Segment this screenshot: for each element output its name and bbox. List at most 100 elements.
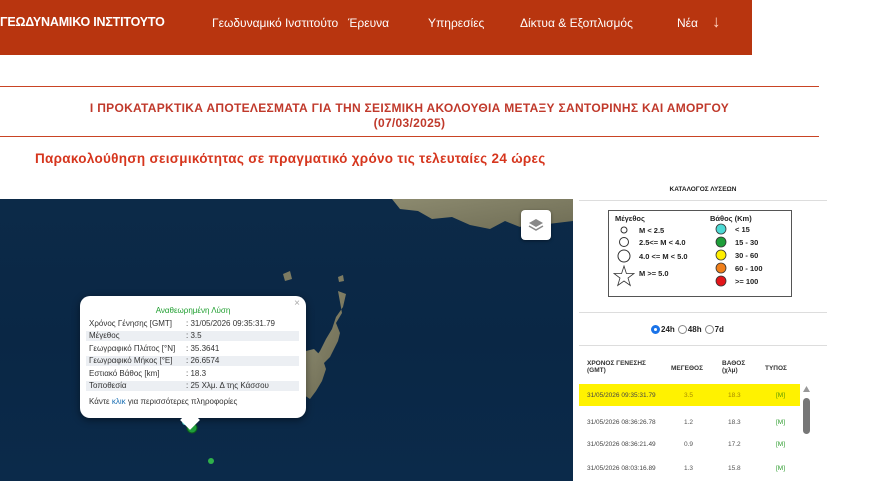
legend-box: Μέγεθος Βάθος (Km) M < 2.5 2.5<= M < 4.0… bbox=[608, 210, 792, 297]
row-time: 31/05/2026 08:03:16.89 bbox=[587, 465, 656, 472]
page-title-line1: Ι ΠΡΟΚΑΤΑΡΚΤΙΚΑ ΑΠΟΤΕΛΕΣΜΑΤΑ ΓΙΑ ΤΗΝ ΣΕΙ… bbox=[89, 101, 730, 115]
row-magnitude: 1.3 bbox=[684, 465, 694, 472]
table-header-depth[interactable]: ΒΑΘΟΣ (χλμ) bbox=[722, 360, 750, 374]
popup-value: : 35.3641 bbox=[186, 344, 220, 353]
table-header-time[interactable]: ΧΡΟΝΟΣ ΓΕΝΕΣΗΣ (GMT) bbox=[587, 360, 659, 374]
popup-value: : 18.3 bbox=[186, 369, 207, 378]
popup-value: : 25 Χλμ. Δ της Κάσσου bbox=[186, 381, 269, 390]
legend-depth-item: 30 - 60 bbox=[735, 251, 759, 260]
mag-star-icon bbox=[613, 264, 635, 287]
row-depth: 18.3 bbox=[728, 392, 741, 399]
popup-footer: Κάντε κλικ για περισσότερες πληροφορίες bbox=[89, 397, 237, 406]
row-type: [M] bbox=[776, 441, 786, 448]
table-scrollbar[interactable] bbox=[803, 380, 810, 481]
popup-value: : 3.5 bbox=[186, 331, 202, 340]
legend-title: ΚΑΤΑΛΟΓΟΣ ΛΥΣΕΩΝ bbox=[669, 186, 737, 193]
top-nav-bar: ΓΕΩΔΥΝΑΜΙΚΟ ΙΝΣΤΙΤΟΥΤΟ Γεωδυναμικό Ινστι… bbox=[0, 0, 752, 55]
popup-key: Μέγεθος bbox=[89, 331, 120, 340]
popup-key: Γεωγραφικό Πλάτος [°N] bbox=[89, 344, 176, 353]
islet-north bbox=[283, 271, 292, 281]
popup-row-origin-time: Χρόνος Γένησης [GMT] : 31/05/2026 09:35:… bbox=[86, 319, 299, 329]
mag-medium-icon bbox=[619, 237, 629, 247]
table-header-magnitude[interactable]: ΜΕΓΕΘΟΣ bbox=[671, 365, 703, 372]
row-magnitude: 3.5 bbox=[684, 392, 694, 399]
legend-depth-header: Βάθος (Km) bbox=[710, 214, 752, 223]
scrollbar-thumb[interactable] bbox=[803, 398, 810, 434]
popup-key: Εστιακό Βάθος [km] bbox=[89, 369, 160, 378]
events-side-panel: ΚΑΤΑΛΟΓΟΣ ΛΥΣΕΩΝ Μέγεθος Βάθος (Km) M < … bbox=[579, 177, 827, 481]
scroll-up-icon[interactable] bbox=[803, 386, 810, 392]
popup-key: Χρόνος Γένησης [GMT] bbox=[89, 319, 172, 328]
nav-item-networks[interactable]: Δίκτυα & Εξοπλισμός bbox=[520, 16, 633, 30]
row-time: 31/05/2026 08:36:21.49 bbox=[587, 441, 656, 448]
popup-footer-text: για περισσότερες πληροφορίες bbox=[125, 397, 238, 406]
legend-magnitude-header: Μέγεθος bbox=[615, 214, 645, 223]
table-row[interactable]: 31/05/2026 08:36:21.49 0.9 17.2 [M] bbox=[579, 433, 800, 455]
nav-item-news[interactable]: Νέα bbox=[677, 16, 698, 30]
table-row[interactable]: 31/05/2026 08:03:16.89 1.3 15.8 [M] bbox=[579, 457, 800, 479]
popup-row-location: Τοποθεσία : 25 Χλμ. Δ της Κάσσου bbox=[86, 381, 299, 391]
legend-mag-item: 4.0 <= M < 5.0 bbox=[639, 252, 688, 261]
earthquake-popup: × Αναθεωρημένη Λύση Χρόνος Γένησης [GMT]… bbox=[80, 296, 306, 418]
depth-color-icon bbox=[715, 249, 727, 261]
legend-depth-item: 15 - 30 bbox=[735, 238, 759, 247]
row-time: 31/05/2026 09:35:31.79 bbox=[587, 392, 656, 399]
down-arrow-icon[interactable]: ↓ bbox=[712, 12, 721, 32]
page-title-line2: (07/03/2025) bbox=[373, 116, 446, 130]
depth-color-icon bbox=[715, 262, 727, 274]
row-type: [M] bbox=[776, 419, 786, 426]
row-time: 31/05/2026 08:36:26.78 bbox=[587, 419, 656, 426]
legend-mag-item: 2.5<= M < 4.0 bbox=[639, 238, 686, 247]
islet-northeast bbox=[338, 275, 344, 282]
legend-depth-item: >= 100 bbox=[735, 277, 759, 286]
row-type: [M] bbox=[776, 392, 786, 399]
table-row[interactable]: 31/05/2026 08:36:26.78 1.2 18.3 [M] bbox=[579, 411, 800, 433]
earthquake-marker bbox=[208, 458, 214, 464]
legend-depth-item: 60 - 100 bbox=[735, 264, 763, 273]
popup-row-magnitude: Μέγεθος : 3.5 bbox=[86, 331, 299, 341]
filter-divider bbox=[579, 345, 827, 346]
popup-details-link[interactable]: κλικ bbox=[112, 397, 126, 406]
legend-magnitude-symbols bbox=[613, 226, 635, 287]
popup-value: : 31/05/2026 09:35:31.79 bbox=[186, 319, 275, 328]
depth-color-icon bbox=[715, 223, 727, 235]
legend-divider bbox=[579, 200, 827, 201]
page-title: Ι ΠΡΟΚΑΤΑΡΚΤΙΚΑ ΑΠΟΤΕΛΕΣΜΑΤΑ ΓΙΑ ΤΗΝ ΣΕΙ… bbox=[0, 101, 819, 131]
layers-control-button[interactable] bbox=[521, 210, 551, 240]
table-header-type[interactable]: ΤΥΠΟΣ bbox=[765, 365, 787, 372]
popup-row-latitude: Γεωγραφικό Πλάτος [°N] : 35.3641 bbox=[86, 344, 299, 354]
radio-48h[interactable] bbox=[677, 325, 687, 334]
radio-7d-label: 7d bbox=[714, 325, 724, 334]
legend-mag-item: M < 2.5 bbox=[639, 226, 665, 235]
legend-mag-item: M >= 5.0 bbox=[639, 269, 669, 278]
row-magnitude: 1.2 bbox=[684, 419, 694, 426]
radio-48h-label: 48h bbox=[687, 325, 702, 334]
depth-color-icon bbox=[715, 236, 727, 248]
table-row[interactable]: 31/05/2026 09:35:31.79 3.5 18.3 [M] bbox=[579, 384, 800, 406]
title-rule-bottom bbox=[0, 136, 819, 137]
page-subtitle: Παρακολούθηση σεισμικότητας σε πραγματικ… bbox=[35, 151, 546, 166]
row-type: [M] bbox=[776, 465, 786, 472]
layers-icon bbox=[528, 219, 544, 231]
nav-item-services[interactable]: Υπηρεσίες bbox=[428, 16, 484, 30]
radio-24h-label: 24h bbox=[661, 325, 675, 334]
legend-depth-swatches bbox=[715, 223, 727, 287]
row-depth: 17.2 bbox=[728, 441, 741, 448]
legend-bottom-divider bbox=[579, 312, 827, 313]
radio-7d[interactable] bbox=[704, 325, 714, 334]
depth-color-icon bbox=[715, 275, 727, 287]
popup-key: Τοποθεσία bbox=[89, 381, 127, 390]
popup-value: : 26.6574 bbox=[186, 356, 220, 365]
radio-24h[interactable] bbox=[651, 325, 660, 334]
popup-title: Αναθεωρημένη Λύση bbox=[155, 306, 231, 315]
nav-item-research[interactable]: Έρευνα bbox=[348, 16, 389, 30]
mag-small-icon bbox=[620, 226, 628, 234]
popup-row-depth: Εστιακό Βάθος [km] : 18.3 bbox=[86, 369, 299, 379]
title-rule-top bbox=[0, 86, 819, 87]
site-brand[interactable]: ΓΕΩΔΥΝΑΜΙΚΟ ΙΝΣΤΙΤΟΥΤΟ bbox=[0, 15, 165, 29]
time-range-filter: 24h 48h 7d bbox=[651, 325, 724, 334]
row-depth: 15.8 bbox=[728, 465, 741, 472]
popup-key: Γεωγραφικό Μήκος [°E] bbox=[89, 356, 173, 365]
nav-item-geodynamic-institute[interactable]: Γεωδυναμικό Ινστιτούτο bbox=[212, 16, 338, 30]
row-magnitude: 0.9 bbox=[684, 441, 694, 448]
